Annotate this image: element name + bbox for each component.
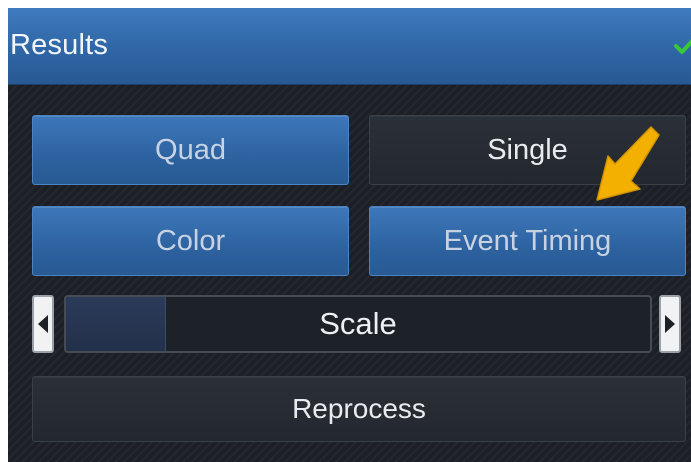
scale-slider[interactable]: Scale <box>64 295 652 353</box>
single-button-label: Single <box>487 133 568 166</box>
event-timing-button[interactable]: Event Timing <box>369 206 686 276</box>
scale-decrease-button[interactable] <box>32 295 54 353</box>
results-panel: Results Quad Single Color Event Timing S… <box>8 8 691 462</box>
color-button-label: Color <box>155 224 226 257</box>
reprocess-button-label: Reprocess <box>292 393 426 424</box>
reprocess-button[interactable]: Reprocess <box>32 376 686 442</box>
right-arrow-icon <box>665 315 675 333</box>
header-title: Results <box>10 29 109 61</box>
results-header[interactable]: Results <box>8 8 691 85</box>
quad-button[interactable]: Quad <box>32 115 349 185</box>
event-timing-button-label: Event Timing <box>443 224 612 257</box>
quad-button-label: Quad <box>155 133 226 166</box>
scale-increase-button[interactable] <box>659 295 681 353</box>
checkmark-icon <box>674 39 691 54</box>
scale-label: Scale <box>319 306 397 341</box>
left-arrow-icon <box>38 315 48 333</box>
callout-arrow-icon <box>596 126 660 201</box>
color-button[interactable]: Color <box>32 206 349 276</box>
